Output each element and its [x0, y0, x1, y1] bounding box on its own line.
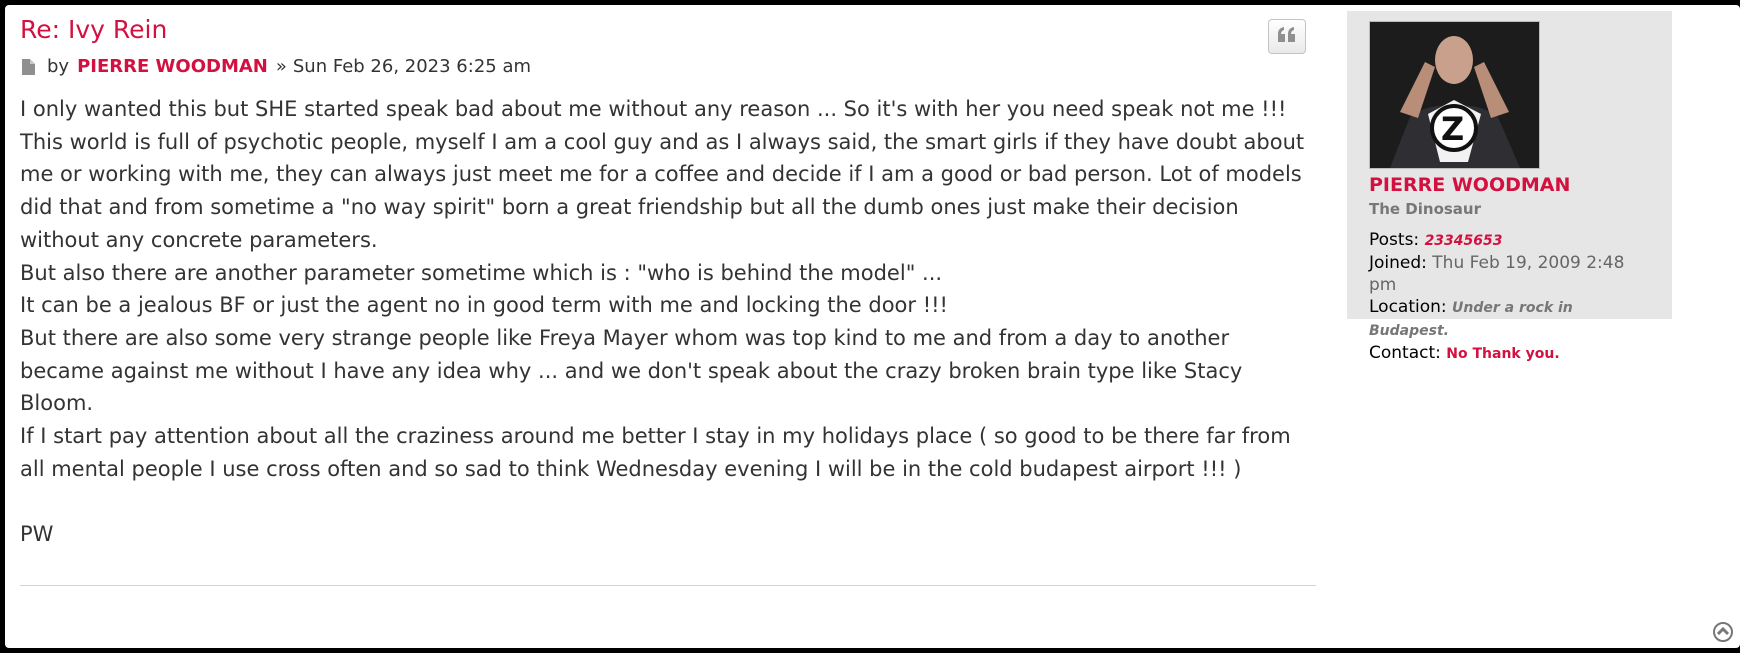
back-to-top-icon	[1713, 622, 1733, 646]
profile-fields: Posts: 23345653 Joined: Thu Feb 19, 2009…	[1369, 229, 1650, 365]
avatar[interactable]: Z	[1369, 21, 1540, 169]
profile-contact-row: Contact: No Thank you.	[1369, 342, 1650, 365]
post-meta-separator: »	[275, 56, 287, 77]
post-title-link[interactable]: Re: Ivy Rein	[20, 15, 167, 44]
post-body-column: Re: Ivy Rein by PIERRE WOODMAN » Sun Feb…	[20, 13, 1316, 551]
back-to-top-button[interactable]	[1713, 622, 1733, 642]
post-icon[interactable]	[22, 59, 35, 75]
profile-posts-row: Posts: 23345653	[1369, 229, 1650, 252]
profile-location-row: Location: Under a rock in Budapest.	[1369, 296, 1650, 342]
post-signature: PW	[20, 522, 54, 547]
post-divider	[20, 585, 1316, 586]
post-meta: by PIERRE WOODMAN » Sun Feb 26, 2023 6:2…	[20, 55, 1316, 79]
post-by-label: by	[47, 56, 70, 77]
quote-button[interactable]	[1268, 19, 1306, 54]
post-line: But also there are another parameter som…	[20, 260, 943, 285]
post-line: I only wanted this but SHE started speak…	[20, 97, 1287, 121]
profile-joined-row: Joined: Thu Feb 19, 2009 2:48 pm	[1369, 252, 1650, 296]
post-author-link[interactable]: PIERRE WOODMAN	[77, 55, 268, 79]
post-line: It can be a jealous BF or just the agent…	[20, 293, 948, 318]
post-line: If I start pay attention about all the c…	[20, 424, 1291, 481]
post-content: I only wanted this but SHE started speak…	[20, 93, 1316, 551]
post-date: Sun Feb 26, 2023 6:25 am	[292, 56, 532, 77]
post-container: Re: Ivy Rein by PIERRE WOODMAN » Sun Feb…	[5, 5, 1740, 648]
post-line: But there are also some very strange peo…	[20, 325, 1243, 416]
contact-value[interactable]: No Thank you.	[1446, 346, 1559, 362]
post-line: This world is full of psychotic people, …	[20, 129, 1305, 252]
profile-rank: The Dinosaur	[1369, 200, 1482, 218]
profile-username[interactable]: PIERRE WOODMAN	[1369, 173, 1650, 197]
contact-label: Contact:	[1369, 343, 1441, 363]
post-title: Re: Ivy Rein	[20, 13, 1316, 47]
avatar-emblem: Z	[1441, 110, 1465, 148]
author-profile: Z PIERRE WOODMAN The Dinosaur Posts: 233…	[1347, 11, 1672, 363]
location-label: Location:	[1369, 297, 1447, 317]
posts-label: Posts:	[1369, 230, 1420, 250]
joined-label: Joined:	[1369, 253, 1427, 273]
posts-count-link[interactable]: 23345653	[1425, 233, 1503, 249]
quote-icon	[1278, 27, 1296, 46]
